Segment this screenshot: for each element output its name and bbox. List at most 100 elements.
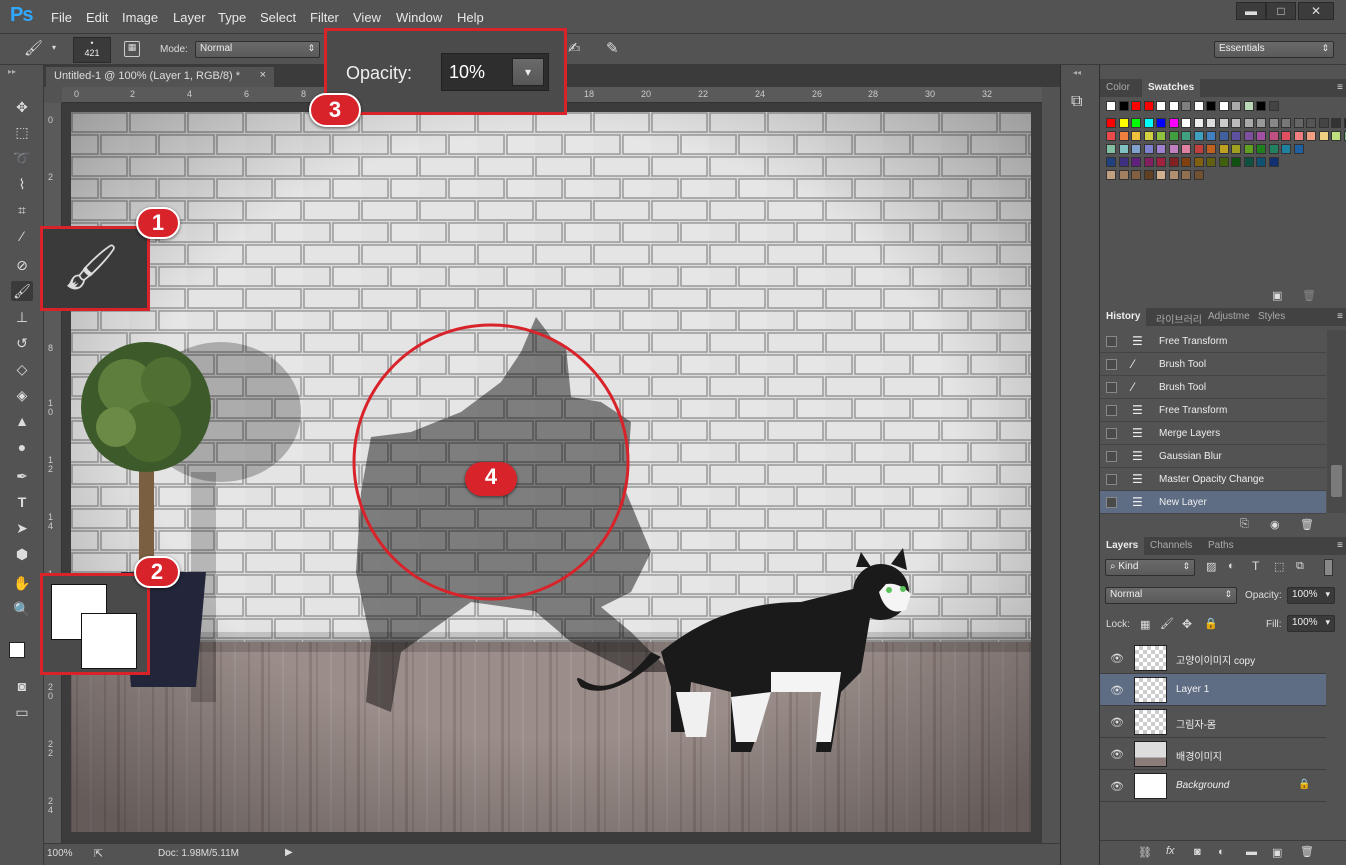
visibility-eye-icon[interactable]: 👁	[1110, 684, 1124, 697]
menu-type[interactable]: Type	[218, 10, 246, 25]
color-swatch[interactable]	[1306, 131, 1316, 141]
color-swatch[interactable]	[1131, 144, 1141, 154]
color-swatch[interactable]	[1118, 131, 1129, 141]
visibility-eye-icon[interactable]: 👁	[1110, 652, 1124, 665]
lock-position-icon[interactable]: ✥	[1182, 617, 1192, 631]
color-swatch[interactable]	[1243, 101, 1254, 111]
color-swatch[interactable]	[1156, 101, 1166, 111]
color-swatch[interactable]	[1193, 170, 1204, 180]
history-state[interactable]: ☰ Free Transform	[1100, 330, 1326, 353]
color-swatch[interactable]	[1206, 157, 1216, 167]
color-swatch[interactable]	[1231, 144, 1241, 154]
panel-menu-icon[interactable]: ≡	[1337, 540, 1343, 551]
color-swatch[interactable]	[1218, 131, 1229, 141]
shape-tool-icon[interactable]: ⬢	[11, 544, 33, 564]
airbrush-icon[interactable]: ✍	[568, 39, 581, 57]
history-scrollbar[interactable]	[1327, 330, 1346, 513]
color-swatch[interactable]	[1243, 118, 1254, 128]
history-snapshot-checkbox[interactable]	[1106, 336, 1117, 347]
tab-history[interactable]: History	[1100, 308, 1147, 326]
collapse-icon[interactable]: ◂◂	[1073, 68, 1081, 77]
history-state[interactable]: ⁄ Brush Tool	[1100, 376, 1326, 399]
opacity-field-enlarged[interactable]: 10% ▾	[441, 53, 549, 91]
trash-icon[interactable]: 🗑	[1300, 845, 1314, 858]
foreground-color-swatch[interactable]	[9, 642, 25, 658]
layer-row[interactable]: 👁 배경이미지	[1100, 738, 1326, 770]
scroll-thumb[interactable]	[1331, 465, 1342, 497]
color-swatch[interactable]	[1256, 157, 1266, 167]
blur-tool-icon[interactable]: ▲	[11, 411, 33, 431]
close-tab-icon[interactable]: ×	[260, 69, 266, 81]
color-swatch[interactable]	[1131, 170, 1141, 180]
color-swatch[interactable]	[1168, 170, 1179, 180]
color-swatch[interactable]	[1156, 118, 1166, 128]
menu-image[interactable]: Image	[122, 10, 158, 25]
color-swatch[interactable]	[1231, 118, 1241, 128]
color-swatch[interactable]	[1193, 101, 1204, 111]
layer-blend-mode[interactable]: Normal ⇕	[1105, 587, 1237, 604]
color-swatch[interactable]	[1193, 144, 1204, 154]
swatches-grid[interactable]	[1100, 99, 1346, 279]
color-swatch[interactable]	[1281, 131, 1291, 141]
filter-smart-object-icon[interactable]: ⧉	[1296, 560, 1304, 573]
lock-all-icon[interactable]: 🔒	[1204, 617, 1218, 630]
color-swatch[interactable]	[1131, 118, 1141, 128]
share-icon[interactable]: ⇱	[94, 847, 103, 860]
color-swatch[interactable]	[1243, 131, 1254, 141]
color-swatch[interactable]	[1193, 131, 1204, 141]
color-swatch[interactable]	[1118, 170, 1129, 180]
tab-libraries[interactable]: 라이브러리	[1150, 308, 1208, 326]
color-swatch[interactable]	[1106, 157, 1116, 167]
color-swatch[interactable]	[1181, 131, 1191, 141]
close-button[interactable]: ✕	[1298, 2, 1334, 20]
brush-size-picker[interactable]: • 421	[73, 37, 111, 63]
menu-help[interactable]: Help	[457, 10, 484, 25]
eyedropper-tool-icon[interactable]: ⁄	[11, 226, 33, 246]
color-swatch[interactable]	[1143, 170, 1154, 180]
color-swatch[interactable]	[1243, 144, 1254, 154]
layer-kind-filter[interactable]: ⌕ Kind ⇕	[1105, 559, 1195, 576]
color-swatch[interactable]	[1256, 118, 1266, 128]
new-document-from-state-icon[interactable]: ⎘	[1240, 518, 1249, 531]
chevron-down-icon[interactable]: ▾	[52, 43, 56, 52]
add-mask-icon[interactable]: ◙	[1194, 846, 1201, 858]
color-swatch[interactable]	[1106, 170, 1116, 180]
color-swatch[interactable]	[1181, 101, 1191, 111]
maximize-button[interactable]: □	[1266, 2, 1296, 20]
tab-adjustments[interactable]: Adjustme	[1202, 308, 1256, 326]
color-swatch[interactable]	[1106, 144, 1116, 154]
color-swatch[interactable]	[1131, 101, 1141, 111]
color-swatch[interactable]	[1131, 131, 1141, 141]
color-swatch[interactable]	[1331, 118, 1341, 128]
hand-tool-icon[interactable]: ✋	[11, 573, 33, 593]
minimize-button[interactable]: ▬	[1236, 2, 1266, 20]
workspace-dropdown[interactable]: Essentials ⇕	[1214, 41, 1334, 58]
history-snapshot-checkbox[interactable]	[1106, 474, 1117, 485]
quick-mask-icon[interactable]: ◙	[11, 676, 33, 696]
color-swatch[interactable]	[1218, 118, 1229, 128]
zoom-tool-icon[interactable]: 🔍	[11, 599, 33, 619]
layer-row[interactable]: 👁 Background 🔒	[1100, 770, 1326, 802]
history-snapshot-checkbox[interactable]	[1106, 405, 1117, 416]
color-swatch[interactable]	[1268, 118, 1279, 128]
color-swatch[interactable]	[1181, 170, 1191, 180]
screen-mode-icon[interactable]: ▭	[11, 702, 33, 722]
color-swatch[interactable]	[1143, 118, 1154, 128]
history-snapshot-checkbox[interactable]	[1106, 428, 1117, 439]
pen-tool-icon[interactable]: ✒	[11, 466, 33, 486]
color-swatch[interactable]	[1143, 131, 1154, 141]
filter-shape-icon[interactable]: ⬚	[1274, 560, 1284, 573]
color-swatch[interactable]	[1156, 144, 1166, 154]
trash-icon[interactable]: 🗑	[1302, 289, 1316, 302]
color-swatch[interactable]	[1118, 144, 1129, 154]
layer-row[interactable]: 👁 고양이이미지 copy	[1100, 642, 1326, 674]
menu-file[interactable]: File	[51, 10, 72, 25]
status-menu-arrow-icon[interactable]: ▶	[285, 847, 293, 858]
menu-window[interactable]: Window	[396, 10, 442, 25]
layer-row[interactable]: 👁 그림자-몸	[1100, 706, 1326, 738]
brush-preset-icon[interactable]: 🖌	[24, 39, 43, 57]
tab-swatches[interactable]: Swatches	[1142, 79, 1201, 97]
brush-tool-icon[interactable]: 🖌	[11, 281, 33, 301]
new-group-icon[interactable]: ▬	[1246, 846, 1257, 858]
lock-transparent-icon[interactable]: ▦	[1140, 618, 1150, 631]
